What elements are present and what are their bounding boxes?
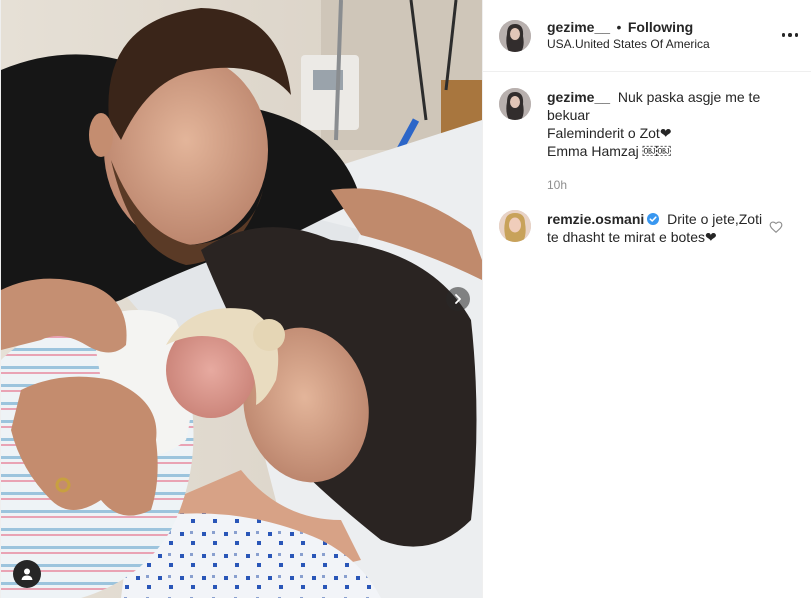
more-options-button[interactable]: [779, 27, 801, 43]
post-photo: [1, 0, 482, 598]
post-timestamp[interactable]: 10h: [547, 176, 769, 194]
caption-text-3: Faleminderit o Zot❤: [547, 125, 672, 141]
post-sidebar: gezime__ • Following USA.United States O…: [482, 0, 811, 598]
commenter-avatar[interactable]: [499, 210, 531, 242]
post-media[interactable]: [1, 0, 482, 598]
author-avatar[interactable]: [499, 19, 531, 52]
heart-outline-icon: [769, 221, 783, 234]
more-options-icon: [781, 33, 799, 37]
caption-username[interactable]: gezime__: [547, 89, 610, 105]
follow-status-button[interactable]: Following: [628, 19, 693, 35]
caption-text-1: Nuk paska asgje me te: [617, 89, 761, 105]
caption-text-2: bekuar: [547, 107, 590, 123]
comment-like-button[interactable]: [769, 220, 783, 234]
post-dialog: gezime__ • Following USA.United States O…: [0, 0, 811, 598]
avatar-image: [499, 210, 531, 242]
post-location[interactable]: USA.United States Of America: [547, 36, 710, 53]
comment-item: remzie.osmani Drite o jete,Zoti te dhash…: [499, 210, 795, 246]
author-meta: gezime__ • Following USA.United States O…: [547, 19, 710, 53]
next-photo-button[interactable]: [446, 287, 470, 311]
author-username[interactable]: gezime__: [547, 19, 610, 35]
caption-line-1: gezime__ Nuk paska asgje me te: [547, 89, 760, 105]
user-tags-button[interactable]: [13, 560, 41, 588]
caption-avatar[interactable]: [499, 88, 531, 120]
verified-badge-icon: [647, 213, 660, 225]
avatar-image: [499, 88, 531, 120]
comments-section: gezime__ Nuk paska asgje me te bekuar Fa…: [483, 72, 811, 246]
caption: gezime__ Nuk paska asgje me te bekuar Fa…: [499, 88, 795, 194]
caption-body: gezime__ Nuk paska asgje me te bekuar Fa…: [547, 88, 795, 194]
header-separator: •: [616, 18, 622, 35]
chevron-right-icon: [455, 294, 461, 304]
post-header: gezime__ • Following USA.United States O…: [483, 0, 811, 72]
comment-body: remzie.osmani Drite o jete,Zoti te dhash…: [547, 210, 795, 246]
caption-text-4: Emma Hamzaj ￼￼: [547, 143, 671, 159]
avatar-image: [499, 19, 531, 52]
user-tag-icon: [21, 568, 33, 580]
commenter-username[interactable]: remzie.osmani: [547, 211, 644, 227]
